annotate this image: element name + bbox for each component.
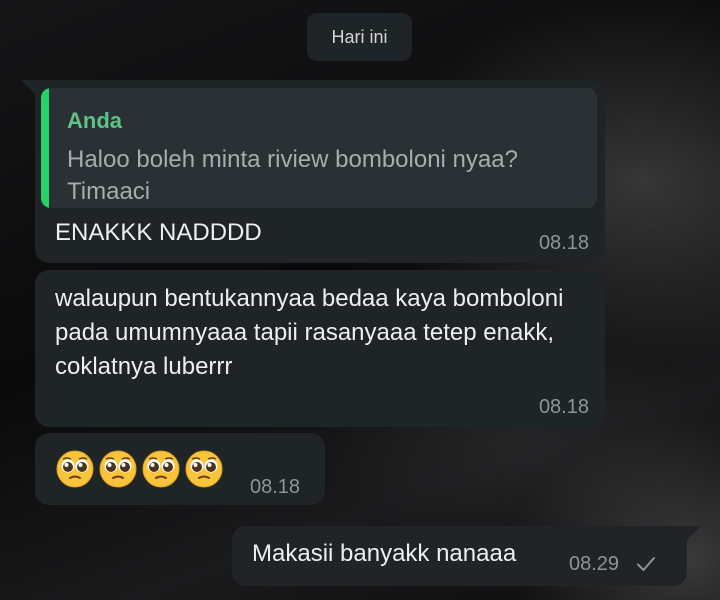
message-time: 08.29 (569, 553, 620, 575)
date-chip: Hari ini (307, 13, 412, 61)
quoted-message-text: Haloo boleh minta riview bomboloni nyaa?… (67, 146, 518, 205)
pleading-face-emoji (185, 450, 223, 488)
message-bubble-incoming[interactable]: Anda Haloo boleh minta riview bomboloni … (21, 80, 605, 263)
emoji-row (55, 449, 224, 489)
message-bubble-outgoing[interactable]: Makasii banyakk nanaaa 08.29 (232, 526, 701, 586)
single-check-icon (637, 557, 655, 571)
message-time: 08.18 (538, 396, 589, 418)
pleading-face-emoji (99, 450, 137, 488)
message-bubble-incoming[interactable]: 08.18 (35, 433, 325, 505)
quote-accent-bar (41, 88, 49, 208)
message-text: Makasii banyakk nanaaa (252, 540, 517, 567)
pleading-face-emoji (142, 450, 180, 488)
quoted-message[interactable]: Anda Haloo boleh minta riview bomboloni … (41, 88, 597, 208)
message-bubble-incoming[interactable]: walaupun bentukannyaa bedaa kaya bombolo… (35, 270, 605, 427)
message-time: 08.18 (250, 476, 301, 498)
pleading-face-emoji (56, 450, 94, 488)
message-time: 08.18 (538, 232, 589, 254)
message-text: walaupun bentukannyaa bedaa kaya bombolo… (55, 285, 564, 380)
message-text: ENAKKK NADDDD (55, 219, 262, 246)
quoted-message-author: Anda (67, 108, 122, 133)
